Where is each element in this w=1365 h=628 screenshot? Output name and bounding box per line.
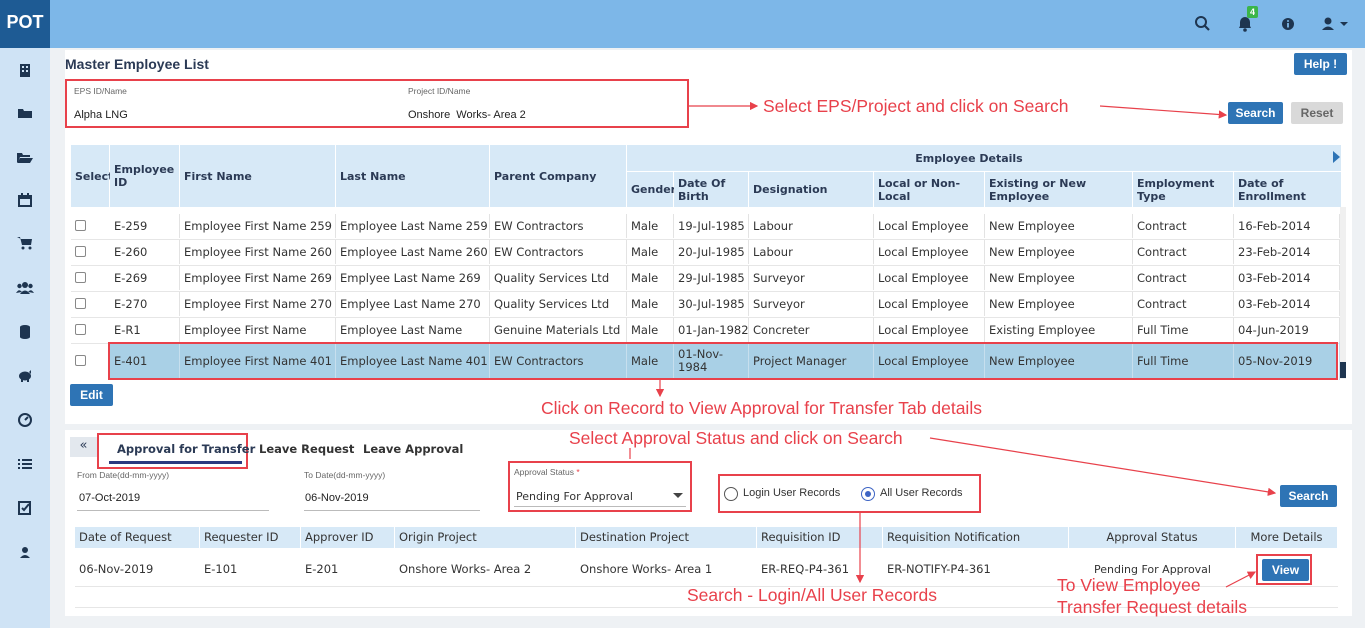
- annotation-search-records: Search - Login/All User Records: [687, 585, 937, 605]
- annotation-approval-status: Select Approval Status and click on Sear…: [569, 428, 903, 448]
- annotation-view-line1: To View Employee: [1057, 575, 1201, 595]
- annotation-view-line2: Transfer Request details: [1057, 597, 1247, 617]
- annotation-click-record: Click on Record to View Approval for Tra…: [541, 398, 982, 418]
- annotation-arrows: [629, 101, 1277, 588]
- annotation-select-eps: Select EPS/Project and click on Search: [763, 96, 1069, 116]
